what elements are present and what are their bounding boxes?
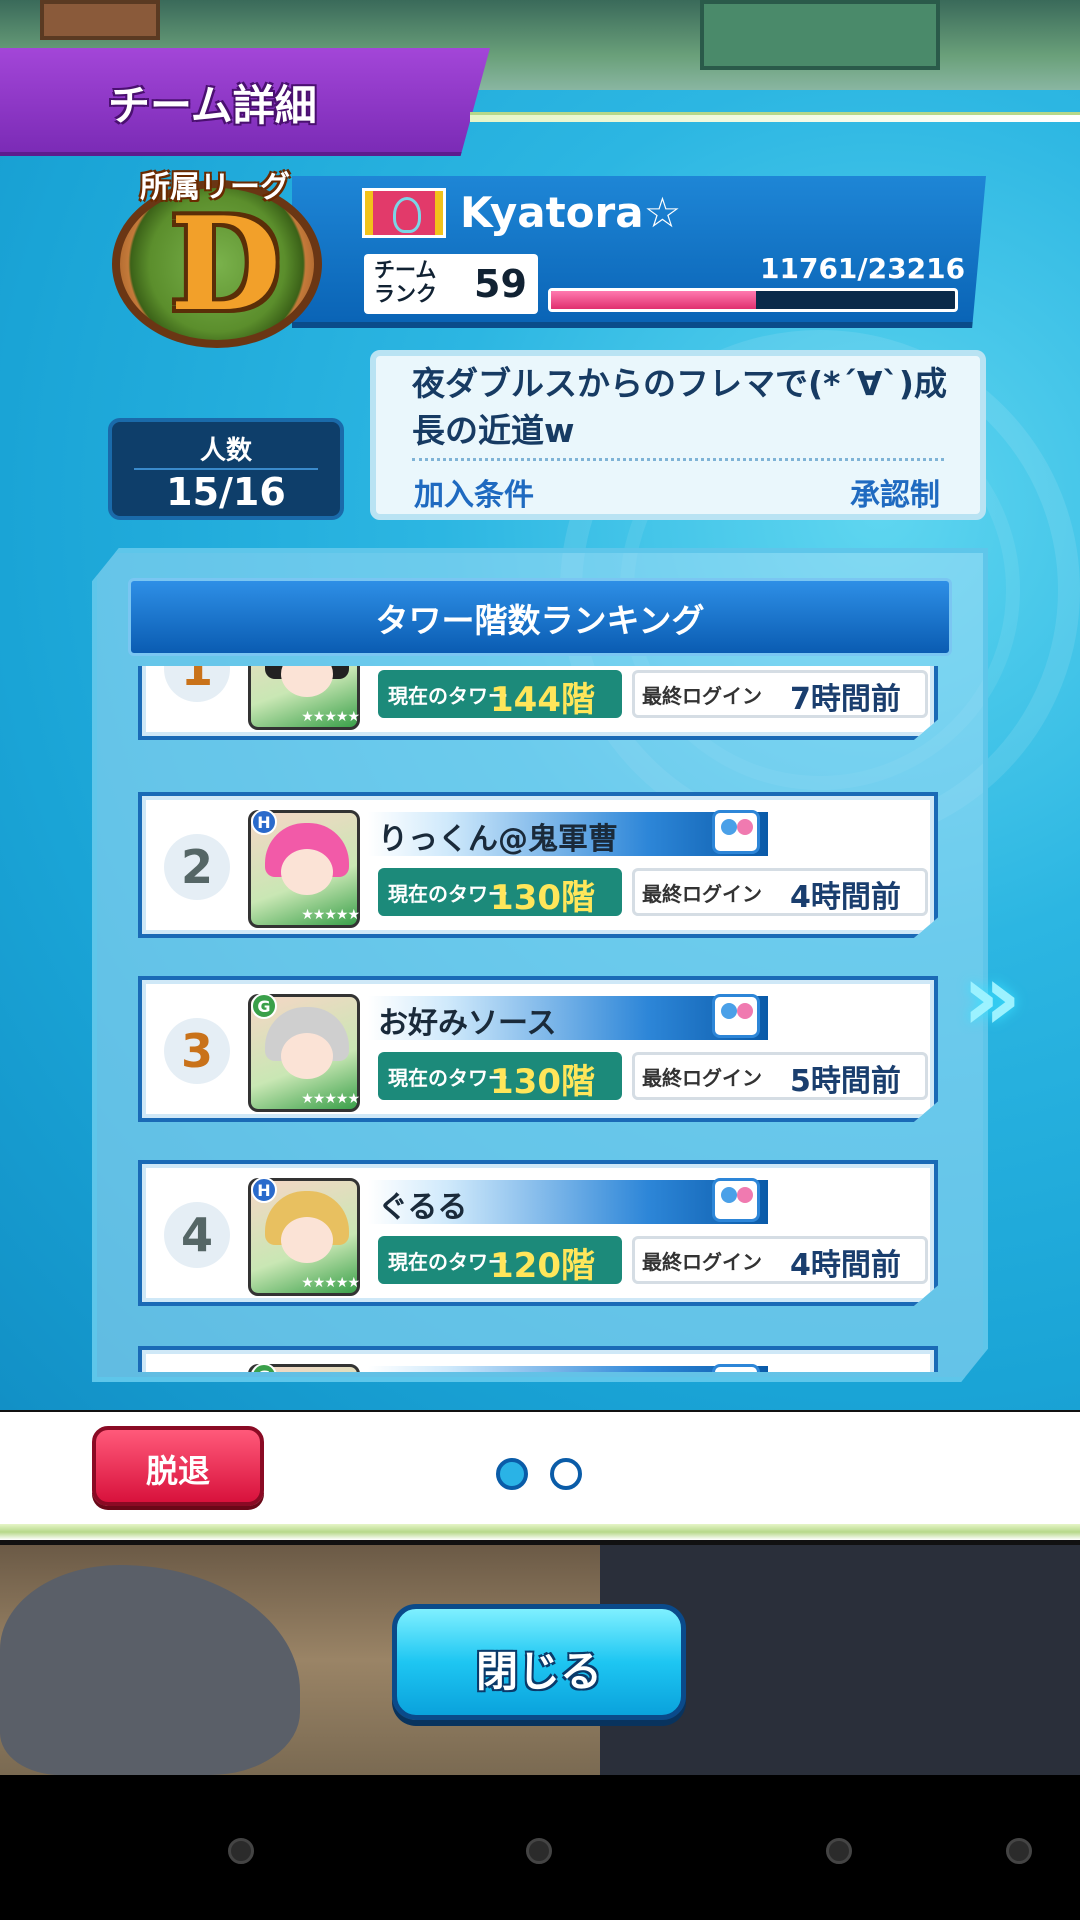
member-type-badge: G — [251, 1363, 277, 1372]
ranking-row[interactable]: 4 ★★★★★ H ぐるる 現在のタワー 120階 最終ログイン 4時間前 — [138, 1160, 938, 1306]
team-emblem-icon — [362, 188, 446, 238]
withdraw-button-label: 脱退 — [145, 1452, 210, 1490]
team-comment-text: 夜ダブルスからのフレマで(*´∀`)成長の近道w — [412, 364, 947, 450]
last-login: 4時間前 — [790, 1248, 901, 1283]
join-condition-value: 承認制 — [850, 478, 940, 513]
nav-dot-edge-icon[interactable] — [1006, 1838, 1032, 1864]
footer-divider — [0, 1524, 1080, 1540]
member-type-badge: H — [251, 809, 277, 835]
last-login: 5時間前 — [790, 1064, 901, 1099]
team-exp-bar — [548, 288, 958, 312]
nav-dot-left-icon[interactable] — [228, 1838, 254, 1864]
login-label: 最終ログイン — [642, 1250, 762, 1274]
login-label: 最終ログイン — [642, 684, 762, 708]
friend-status-icon[interactable] — [712, 1364, 760, 1372]
rarity-stars-icon: ★★★★★ — [301, 1091, 360, 1107]
nav-dot-right-icon[interactable] — [826, 1838, 852, 1864]
title-divider — [470, 112, 1080, 122]
friend-status-icon[interactable] — [712, 994, 760, 1038]
page-indicator-2[interactable] — [550, 1458, 582, 1490]
page-title: チーム詳細 — [108, 81, 317, 130]
login-label: 最終ログイン — [642, 882, 762, 906]
member-portrait[interactable]: ★★★★★ G — [248, 993, 360, 1112]
team-rank-value: 59 — [474, 262, 527, 306]
close-button-label: 閉じる — [475, 1647, 602, 1696]
member-type-badge: G — [251, 993, 277, 1019]
league-grade: D — [170, 190, 281, 340]
rarity-stars-icon: ★★★★★ — [301, 907, 360, 923]
screen: チーム詳細 Kyatora☆ チーム ランク 59 11761/23216 D … — [0, 0, 1080, 1920]
tower-floor: 120階 — [490, 1246, 595, 1286]
page-indicator-1[interactable] — [496, 1458, 528, 1490]
team-exp-text: 11761/23216 — [760, 252, 966, 285]
tower-floor: 144階 — [490, 680, 595, 720]
ranking-row[interactable]: 5★★★★★G現在のタワー最終ログイン — [138, 1346, 938, 1372]
last-login: 7時間前 — [790, 682, 901, 717]
members-count: 15/16 — [166, 470, 286, 514]
ranking-list[interactable]: 1 ★★★★★ 現在のタワー 144階 最終ログイン 7時間前 2 ★★★★★ H りっくん@鬼軍… — [128, 666, 958, 1372]
rank-number: 2 — [164, 834, 230, 900]
member-name-bar — [368, 1366, 768, 1372]
team-name: Kyatora☆ — [460, 188, 682, 237]
next-page-arrow-icon[interactable]: » — [962, 944, 1021, 1051]
member-portrait[interactable]: ★★★★★ H — [248, 809, 360, 928]
last-login: 4時間前 — [790, 880, 901, 915]
rank-number: 1 — [164, 666, 230, 702]
member-name: ぐるる — [378, 1190, 468, 1225]
league-label: 所属リーグ — [140, 170, 290, 205]
member-name: お好みソース — [378, 1006, 557, 1041]
ranking-row[interactable]: 1 ★★★★★ 現在のタワー 144階 最終ログイン 7時間前 — [138, 666, 938, 740]
tower-floor: 130階 — [490, 1062, 595, 1102]
rank-number: 3 — [164, 1018, 230, 1084]
ranking-title: タワー階数ランキング — [375, 601, 705, 640]
login-label: 最終ログイン — [642, 1066, 762, 1090]
member-portrait[interactable]: ★★★★★ — [248, 666, 360, 730]
member-portrait[interactable]: ★★★★★G — [248, 1363, 360, 1372]
portrait-face — [281, 1033, 333, 1079]
portrait-face — [281, 1217, 333, 1263]
rarity-stars-icon: ★★★★★ — [301, 709, 360, 725]
portrait-face — [281, 849, 333, 895]
team-rank-label: チーム ランク — [374, 258, 437, 306]
tower-floor: 130階 — [490, 878, 595, 918]
member-portrait[interactable]: ★★★★★ H — [248, 1177, 360, 1296]
nav-dot-center-icon[interactable] — [526, 1838, 552, 1864]
ranking-row[interactable]: 3 ★★★★★ G お好みソース 現在のタワー 130階 最終ログイン 5時間前 — [138, 976, 938, 1122]
ranking-row[interactable]: 2 ★★★★★ H りっくん@鬼軍曹 現在のタワー 130階 最終ログイン 4時間前 — [138, 792, 938, 938]
portrait-face — [281, 666, 333, 697]
rarity-stars-icon: ★★★★★ — [301, 1275, 360, 1291]
members-label: 人数 — [199, 436, 252, 466]
join-condition-label: 加入条件 — [414, 478, 534, 513]
rank-number: 4 — [164, 1202, 230, 1268]
member-type-badge: H — [251, 1177, 277, 1203]
friend-status-icon[interactable] — [712, 810, 760, 854]
friend-status-icon[interactable] — [712, 1178, 760, 1222]
team-exp-fill — [551, 291, 756, 309]
comment-divider — [412, 458, 944, 461]
member-name: りっくん@鬼軍曹 — [378, 822, 618, 857]
